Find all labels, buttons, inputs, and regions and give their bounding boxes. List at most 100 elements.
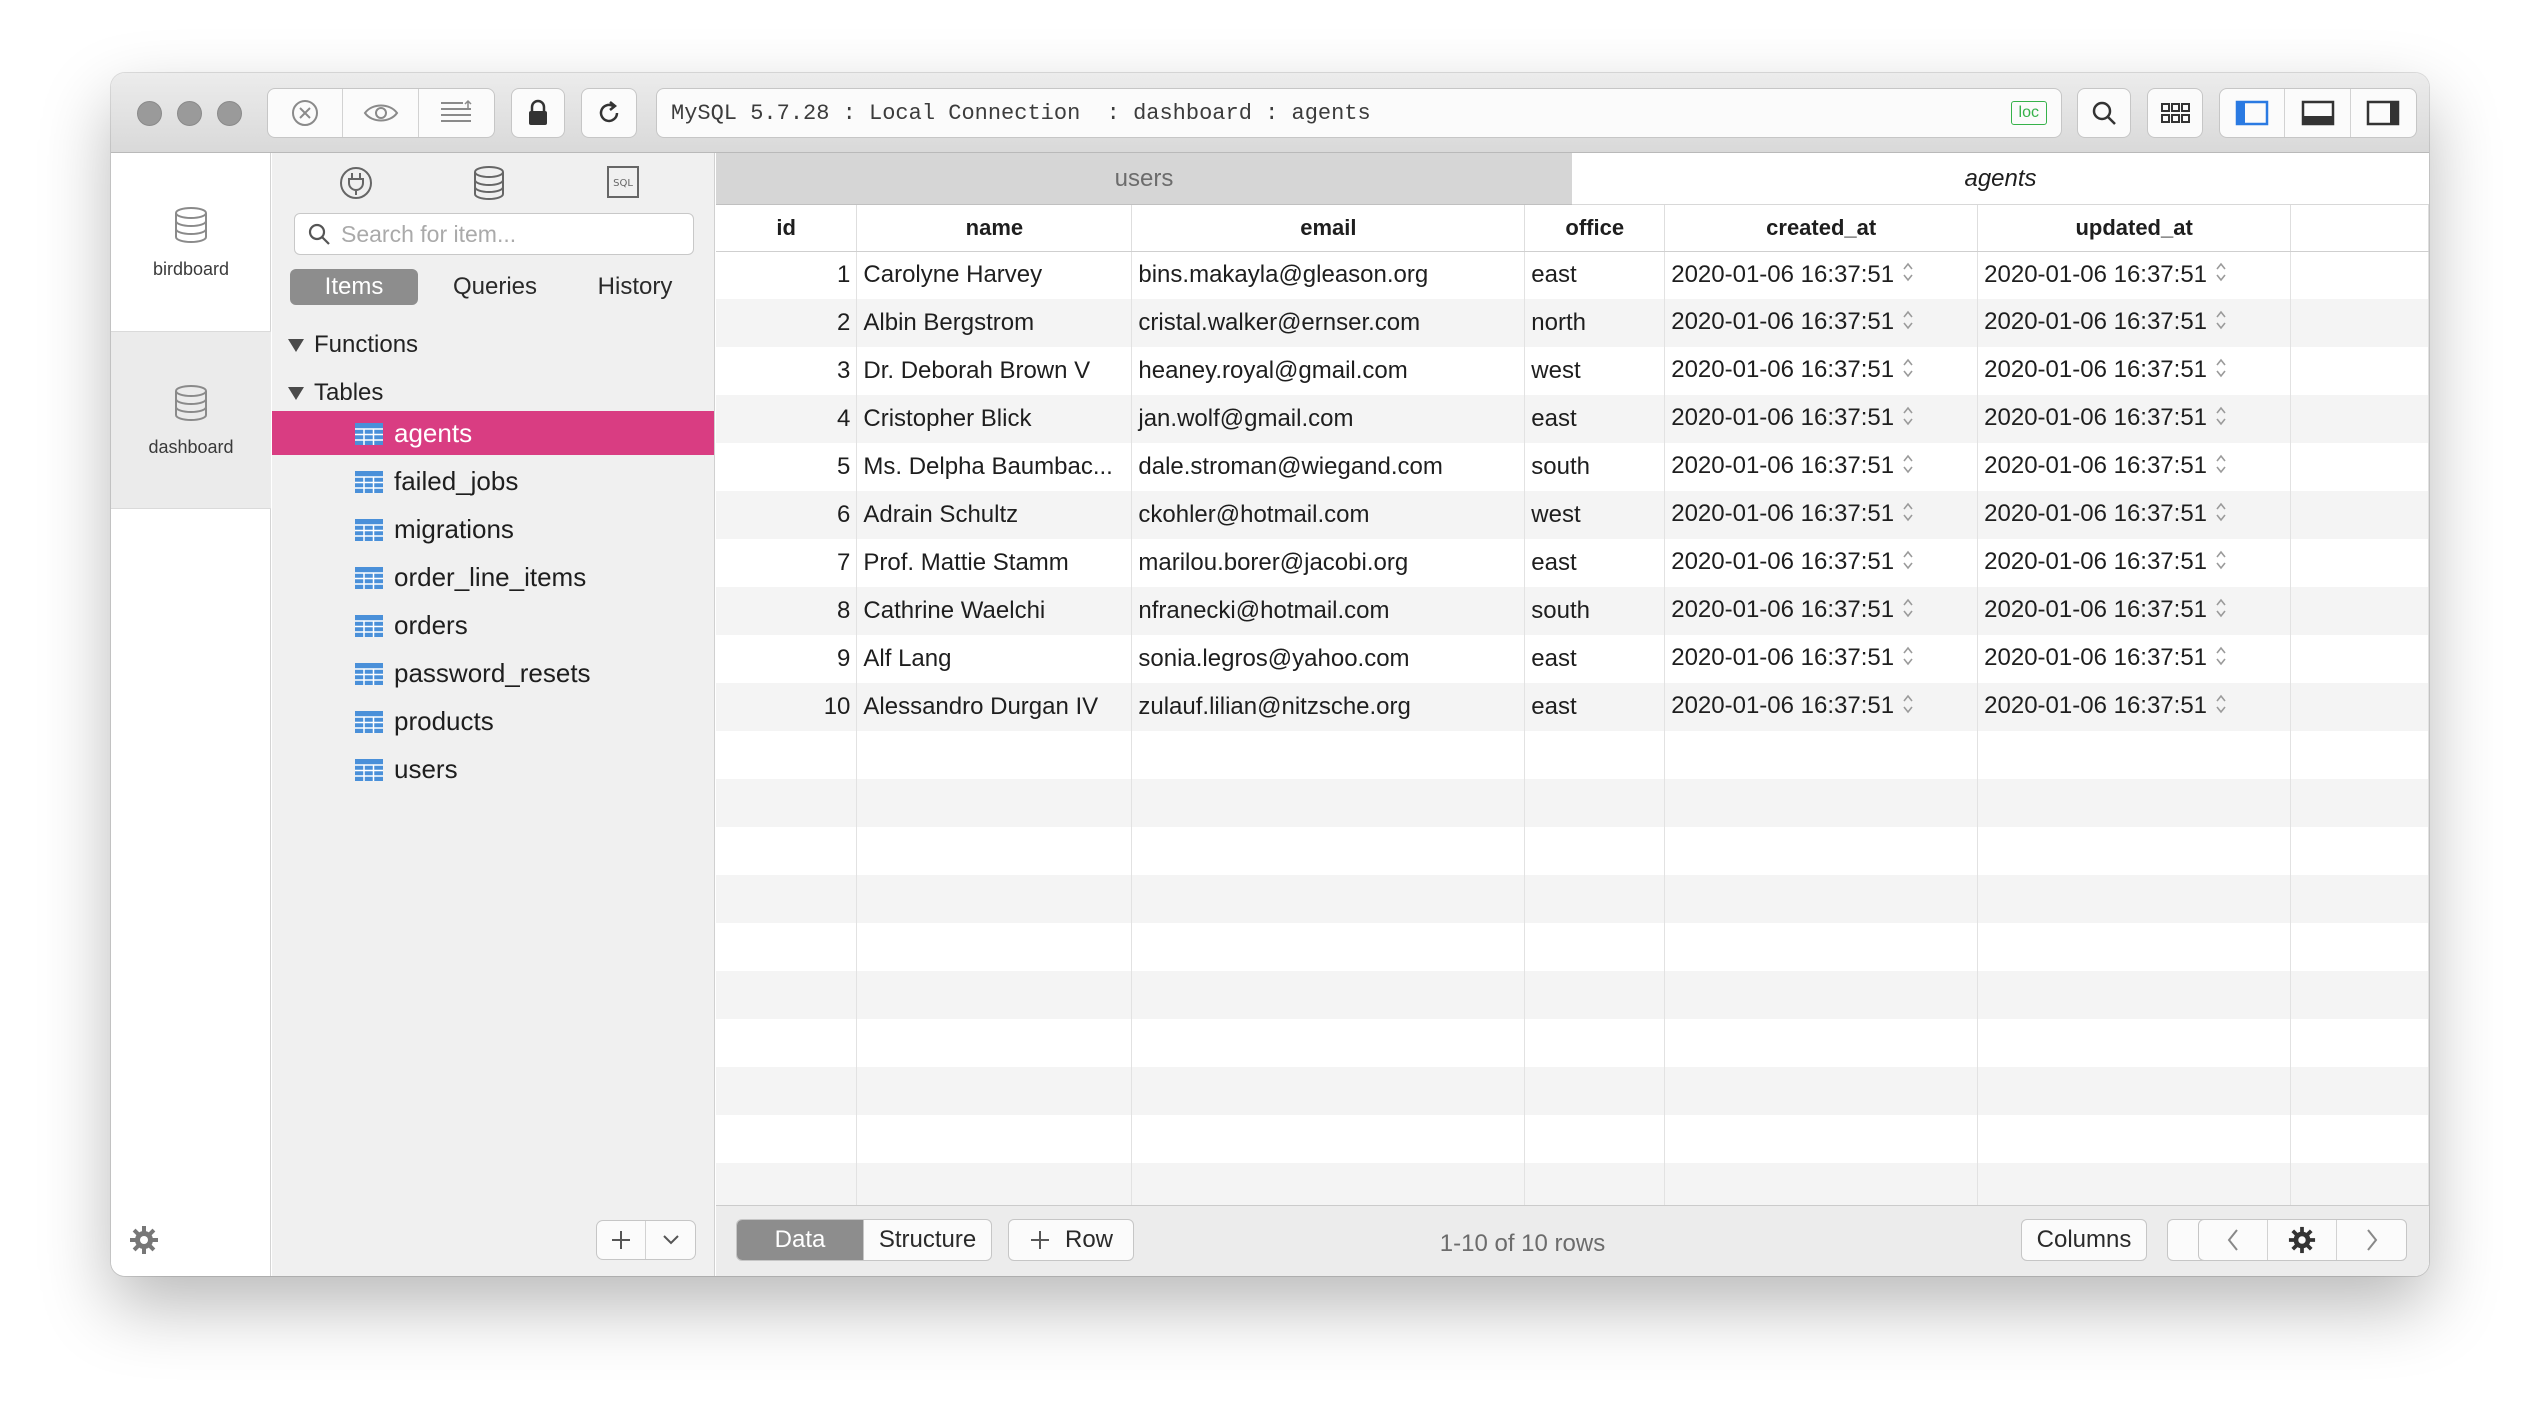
datetime-stepper-icon[interactable] [1902, 309, 1914, 338]
cell-email[interactable]: sonia.legros@yahoo.com [1131, 635, 1526, 683]
table-row[interactable]: 4 Cristopher Blick jan.wolf@gmail.com east 2… [716, 395, 2429, 443]
table-row[interactable]: 8 Cathrine Waelchi nfranecki@hotmail.com so… [716, 587, 2429, 635]
next-page-button[interactable] [2337, 1220, 2406, 1260]
cell-name[interactable]: Cristopher Blick [856, 395, 1133, 443]
cell-name[interactable]: Adrain Schultz [856, 491, 1133, 539]
cell-name[interactable]: Carolyne Harvey [856, 251, 1133, 299]
cell-id[interactable]: 8 [716, 587, 858, 635]
datetime-stepper-icon[interactable] [2215, 261, 2227, 290]
datetime-stepper-icon[interactable] [2215, 501, 2227, 530]
search-button[interactable] [2077, 88, 2131, 138]
datetime-stepper-icon[interactable] [2215, 645, 2227, 674]
cell-created-at[interactable]: 2020-01-06 16:37:51 [1664, 683, 1979, 731]
datetime-stepper-icon[interactable] [1902, 501, 1914, 530]
cancel-query-button[interactable] [268, 89, 344, 137]
cell-id[interactable]: 4 [716, 395, 858, 443]
cell-name[interactable]: Prof. Mattie Stamm [856, 539, 1133, 587]
table-row[interactable]: 1 Carolyne Harvey bins.makayla@gleason.org… [716, 251, 2429, 299]
sidebar-item-users[interactable]: users [272, 747, 714, 791]
cell-created-at[interactable]: 2020-01-06 16:37:51 [1664, 635, 1979, 683]
connection-dashboard[interactable]: dashboard [111, 331, 271, 509]
cell-created-at[interactable]: 2020-01-06 16:37:51 [1664, 443, 1979, 491]
columns-button[interactable]: Columns [2021, 1219, 2147, 1261]
database-icon[interactable] [472, 165, 506, 206]
functions-group[interactable]: Functions [288, 331, 418, 359]
datetime-stepper-icon[interactable] [1902, 597, 1914, 626]
cell-email[interactable]: dale.stroman@wiegand.com [1131, 443, 1526, 491]
tab-agents[interactable]: agents [1572, 153, 2429, 205]
cell-office[interactable]: north [1524, 299, 1666, 347]
cell-name[interactable]: Albin Bergstrom [856, 299, 1133, 347]
cell-email[interactable]: ckohler@hotmail.com [1131, 491, 1526, 539]
cell-name[interactable]: Cathrine Waelchi [856, 587, 1133, 635]
cell-office[interactable]: south [1524, 587, 1666, 635]
datetime-stepper-icon[interactable] [2215, 405, 2227, 434]
cell-office[interactable]: east [1524, 683, 1666, 731]
sidebar-item-agents[interactable]: agents [272, 411, 714, 455]
cell-updated-at[interactable]: 2020-01-06 16:37:51 [1977, 251, 2292, 299]
cell-id[interactable]: 5 [716, 443, 858, 491]
column-header-updated-at[interactable]: updated_at [1977, 205, 2292, 252]
tab-items[interactable]: Items [290, 269, 418, 305]
datetime-stepper-icon[interactable] [1902, 261, 1914, 290]
toggle-right-panel-button[interactable] [2351, 89, 2416, 137]
datetime-stepper-icon[interactable] [1902, 453, 1914, 482]
cell-updated-at[interactable]: 2020-01-06 16:37:51 [1977, 683, 2292, 731]
tab-history[interactable]: History [570, 269, 700, 305]
datetime-stepper-icon[interactable] [2215, 693, 2227, 722]
toggle-left-panel-button[interactable] [2220, 89, 2286, 137]
tables-group[interactable]: Tables [288, 379, 383, 407]
cell-created-at[interactable]: 2020-01-06 16:37:51 [1664, 587, 1979, 635]
datetime-stepper-icon[interactable] [1902, 645, 1914, 674]
table-row[interactable]: 7 Prof. Mattie Stamm marilou.borer@jacobi.… [716, 539, 2429, 587]
refresh-button[interactable] [581, 88, 637, 138]
tab-queries[interactable]: Queries [430, 269, 560, 305]
tab-users[interactable]: users [716, 153, 1572, 205]
cell-id[interactable]: 6 [716, 491, 858, 539]
cell-office[interactable]: east [1524, 395, 1666, 443]
sidebar-item-order-line-items[interactable]: order_line_items [272, 555, 714, 599]
datetime-stepper-icon[interactable] [2215, 357, 2227, 386]
add-options-button[interactable] [646, 1221, 695, 1259]
cell-email[interactable]: cristal.walker@ernser.com [1131, 299, 1526, 347]
cell-created-at[interactable]: 2020-01-06 16:37:51 [1664, 395, 1979, 443]
search-input[interactable] [341, 220, 681, 248]
column-header-created-at[interactable]: created_at [1664, 205, 1979, 252]
cell-updated-at[interactable]: 2020-01-06 16:37:51 [1977, 587, 2292, 635]
cell-created-at[interactable]: 2020-01-06 16:37:51 [1664, 251, 1979, 299]
connection-birdboard[interactable]: birdboard [111, 153, 271, 331]
table-row[interactable]: 5 Ms. Delpha Baumbac... dale.stroman@wiega… [716, 443, 2429, 491]
plug-icon[interactable] [338, 165, 374, 206]
toggle-bottom-panel-button[interactable] [2285, 89, 2351, 137]
cell-name[interactable]: Dr. Deborah Brown V [856, 347, 1133, 395]
datetime-stepper-icon[interactable] [1902, 405, 1914, 434]
cell-name[interactable]: Alf Lang [856, 635, 1133, 683]
pagination-settings-button[interactable] [2268, 1220, 2337, 1260]
cell-updated-at[interactable]: 2020-01-06 16:37:51 [1977, 491, 2292, 539]
cell-id[interactable]: 2 [716, 299, 858, 347]
datetime-stepper-icon[interactable] [1902, 693, 1914, 722]
datetime-stepper-icon[interactable] [2215, 453, 2227, 482]
cell-updated-at[interactable]: 2020-01-06 16:37:51 [1977, 539, 2292, 587]
cell-updated-at[interactable]: 2020-01-06 16:37:51 [1977, 635, 2292, 683]
cell-office[interactable]: south [1524, 443, 1666, 491]
column-header-office[interactable]: office [1524, 205, 1666, 252]
table-row[interactable]: 2 Albin Bergstrom cristal.walker@ernser.co… [716, 299, 2429, 347]
connection-address-bar[interactable]: MySQL 5.7.28 : Local Connection : dashbo… [656, 88, 2062, 138]
datetime-stepper-icon[interactable] [2215, 549, 2227, 578]
sidebar-item-failed-jobs[interactable]: failed_jobs [272, 459, 714, 503]
cell-email[interactable]: heaney.royal@gmail.com [1131, 347, 1526, 395]
zoom-window-button[interactable] [217, 101, 242, 126]
cell-email[interactable]: nfranecki@hotmail.com [1131, 587, 1526, 635]
cell-updated-at[interactable]: 2020-01-06 16:37:51 [1977, 299, 2292, 347]
cell-office[interactable]: east [1524, 539, 1666, 587]
minimize-window-button[interactable] [177, 101, 202, 126]
cell-created-at[interactable]: 2020-01-06 16:37:51 [1664, 299, 1979, 347]
search-field[interactable] [294, 213, 694, 255]
cell-updated-at[interactable]: 2020-01-06 16:37:51 [1977, 443, 2292, 491]
datetime-stepper-icon[interactable] [1902, 357, 1914, 386]
grid-view-button[interactable] [2147, 88, 2203, 138]
cell-id[interactable]: 7 [716, 539, 858, 587]
sidebar-item-products[interactable]: products [272, 699, 714, 743]
column-header-id[interactable]: id [716, 205, 858, 252]
